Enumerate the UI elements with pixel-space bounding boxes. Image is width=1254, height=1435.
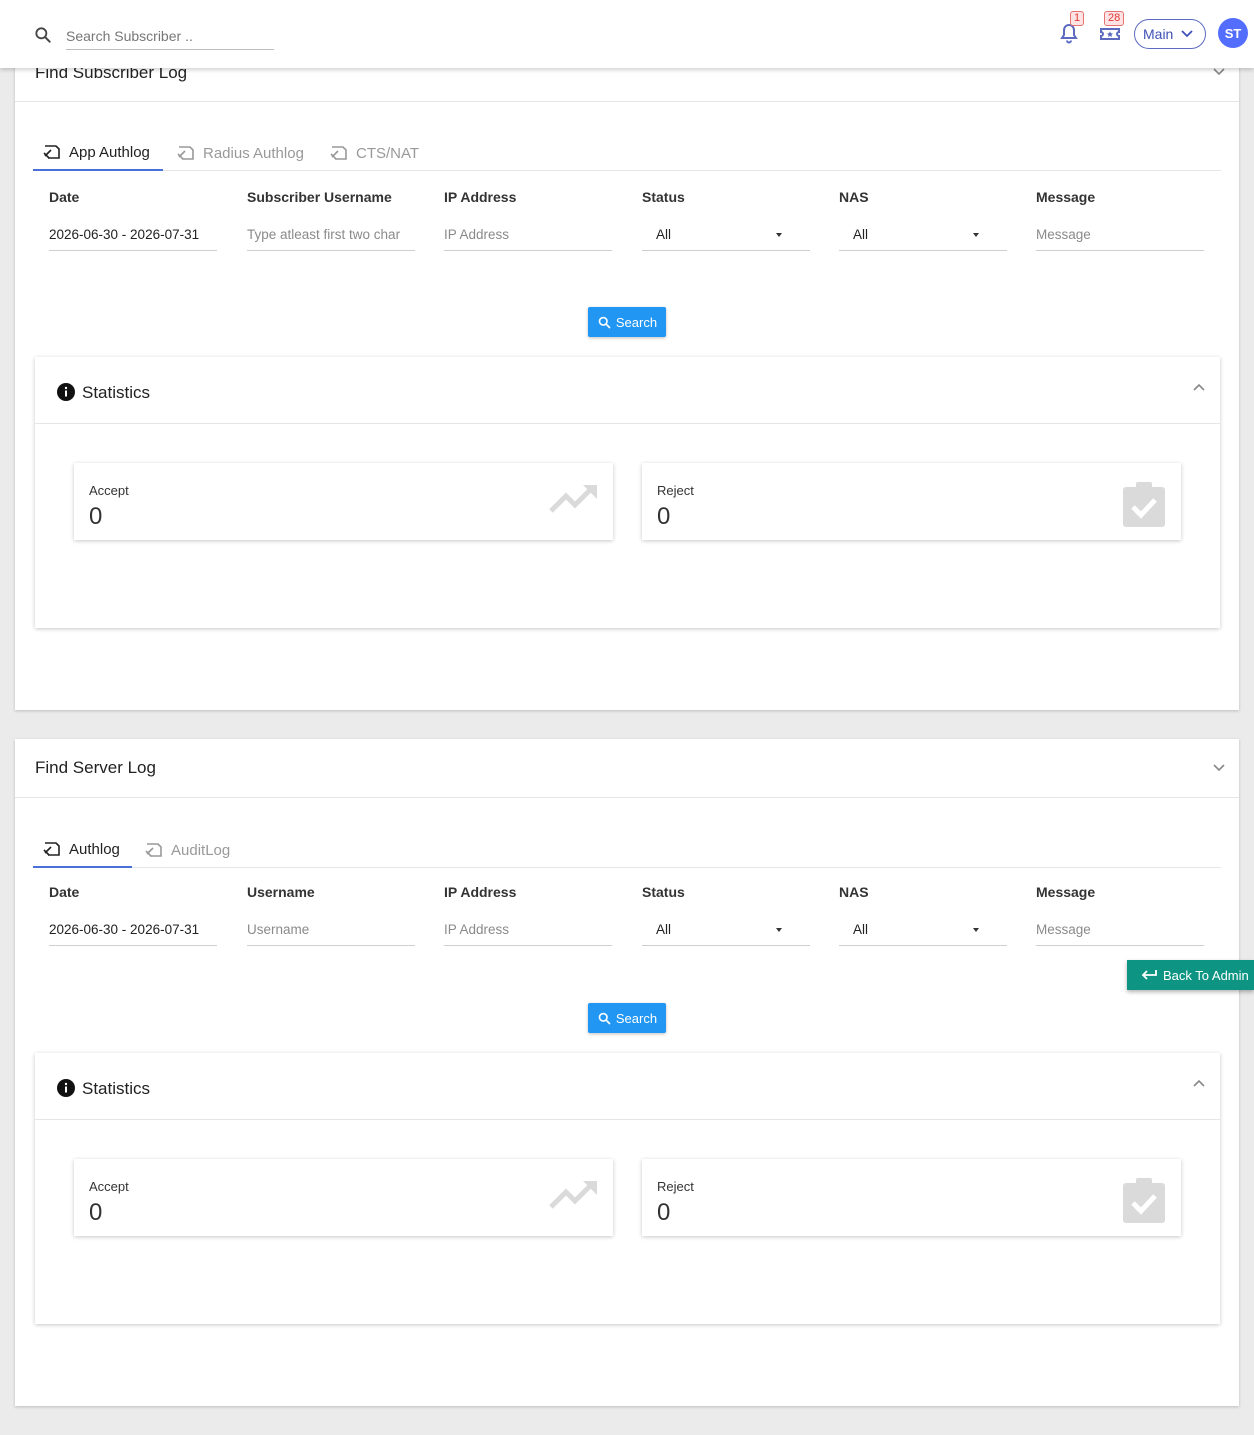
status-select[interactable]: All (642, 219, 810, 251)
panel-title: Find Server Log (35, 758, 156, 777)
date-range-input[interactable]: 2026-06-30 - 2026-07-31 (49, 914, 217, 946)
ip-filter: IP Address IP Address (444, 189, 612, 251)
message-filter: Message Message (1036, 884, 1204, 946)
message-filter: Message Message (1036, 189, 1204, 251)
reject-count: 0 (657, 1199, 671, 1226)
status-filter: Status All (642, 884, 810, 946)
context-select-value: Main (1143, 26, 1174, 42)
date-filter: Date 2026-06-30 - 2026-07-31 (49, 884, 217, 946)
statistics-header[interactable]: Statistics (35, 1053, 1220, 1120)
ip-address-input[interactable]: IP Address (444, 219, 612, 251)
context-select[interactable]: Main (1134, 19, 1206, 49)
clipboard-check-icon (1123, 1178, 1165, 1223)
log-icon (330, 146, 347, 160)
avatar[interactable]: ST (1218, 18, 1248, 48)
statistics-panel: Statistics Accept 0 Reject 0 (35, 1053, 1220, 1324)
log-icon (177, 146, 194, 160)
date-range-input[interactable]: 2026-06-30 - 2026-07-31 (49, 219, 217, 251)
tab-cts-nat[interactable]: CTS/NAT (320, 135, 429, 171)
nas-select[interactable]: All (839, 914, 1007, 946)
status-filter: Status All (642, 189, 810, 251)
back-to-admin-button[interactable]: Back To Admin (1127, 960, 1254, 990)
statistics-header[interactable]: Statistics (35, 357, 1220, 424)
tickets-badge: 28 (1104, 11, 1125, 26)
log-icon (43, 842, 60, 856)
reject-count: 0 (657, 503, 671, 530)
accept-count: 0 (89, 1199, 103, 1226)
caret-down-icon (973, 928, 979, 932)
statistics-title: Statistics (82, 383, 151, 402)
caret-down-icon (776, 233, 782, 237)
nas-filter: NAS All (839, 189, 1007, 251)
username-input[interactable]: Type atleast first two char (247, 219, 415, 251)
nas-select[interactable]: All (839, 219, 1007, 251)
info-icon (57, 383, 75, 401)
accept-count: 0 (89, 503, 103, 530)
search-icon[interactable] (33, 25, 53, 45)
nas-filter: NAS All (839, 884, 1007, 946)
reject-stat-card: Reject 0 (642, 1159, 1181, 1236)
status-select[interactable]: All (642, 914, 810, 946)
chevron-down-icon[interactable] (1213, 68, 1225, 76)
search-icon (598, 316, 611, 328)
chevron-down-icon (1181, 30, 1193, 38)
log-icon (145, 843, 162, 857)
tab-auditlog[interactable]: AuditLog (135, 832, 240, 868)
chevron-up-icon[interactable] (1193, 1079, 1205, 1087)
log-icon (43, 145, 60, 159)
chevron-up-icon[interactable] (1193, 383, 1205, 391)
top-bar: 1 28 Main ST (0, 0, 1254, 68)
notifications-badge: 1 (1070, 11, 1085, 26)
chevron-down-icon[interactable] (1213, 764, 1225, 772)
ip-address-input[interactable]: IP Address (444, 914, 612, 946)
message-input[interactable]: Message (1036, 219, 1204, 251)
caret-down-icon (776, 928, 782, 932)
search-button[interactable]: Search (588, 1003, 666, 1033)
info-icon (57, 1079, 75, 1097)
tab-authlog[interactable]: Authlog (33, 832, 132, 868)
server-log-tabs: Authlog AuditLog (33, 832, 1221, 868)
accept-stat-card: Accept 0 (74, 1159, 613, 1236)
search-icon (598, 1012, 611, 1024)
tickets-button[interactable]: 28 (1098, 11, 1125, 46)
statistics-panel: Statistics Accept 0 Reject 0 (35, 357, 1220, 628)
trending-up-icon (549, 1181, 597, 1209)
tab-radius-authlog[interactable]: Radius Authlog (167, 135, 314, 171)
subscriber-search-input[interactable] (66, 22, 274, 50)
server-log-panel: Find Server Log Authlog AuditLog Date 20… (15, 739, 1239, 1406)
notifications-button[interactable]: 1 (1057, 11, 1085, 46)
username-input[interactable]: Username (247, 914, 415, 946)
ip-filter: IP Address IP Address (444, 884, 612, 946)
message-input[interactable]: Message (1036, 914, 1204, 946)
username-filter: Subscriber Username Type atleast first t… (247, 189, 415, 251)
subscriber-log-panel: Find Subscriber Log App Authlog Radius A… (15, 43, 1239, 710)
date-filter: Date 2026-06-30 - 2026-07-31 (49, 189, 217, 251)
tab-app-authlog[interactable]: App Authlog (33, 135, 163, 171)
reject-stat-card: Reject 0 (642, 463, 1181, 540)
clipboard-check-icon (1123, 482, 1165, 527)
return-arrow-icon (1141, 970, 1157, 980)
caret-down-icon (973, 233, 979, 237)
username-filter: Username Username (247, 884, 415, 946)
trending-up-icon (549, 485, 597, 513)
search-button[interactable]: Search (588, 307, 666, 337)
server-log-header[interactable]: Find Server Log (15, 739, 1239, 798)
accept-stat-card: Accept 0 (74, 463, 613, 540)
statistics-title: Statistics (82, 1079, 151, 1098)
subscriber-log-tabs: App Authlog Radius Authlog CTS/NAT (33, 135, 1221, 171)
